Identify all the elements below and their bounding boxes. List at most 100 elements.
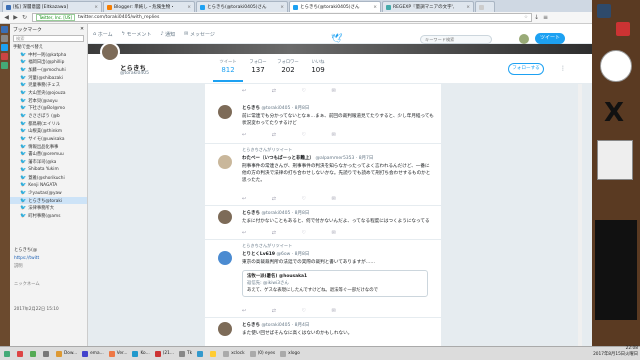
page-scrollbar[interactable] (578, 84, 582, 346)
taskbar-item[interactable] (28, 348, 40, 359)
browser-tab[interactable]: とらきち(@toraki0405)さん × (196, 1, 288, 12)
taskbar-item[interactable]: xlogo (278, 348, 302, 359)
close-icon[interactable]: ✕ (80, 27, 84, 32)
bookmark-item[interactable]: 🐦 大山宣央(@ojouza (10, 89, 87, 97)
taskbar-item[interactable]: Tk (177, 348, 194, 359)
taskbar-item[interactable]: Ko... (130, 348, 151, 359)
tweet-author-name[interactable]: とりとくLv619 (242, 252, 275, 257)
tweet-avatar[interactable] (218, 210, 232, 224)
browser-tab[interactable]: [拡] 深層意図 [Eltkazawa] × (2, 1, 102, 12)
bookmark-item[interactable]: 🐦 Kenji NAGATA (10, 181, 87, 189)
address-bar[interactable]: Twitter, Inc. [US] twitter.com/toraki040… (32, 13, 532, 22)
bookmark-item[interactable]: 🐦 福岡日出(@phillip (10, 58, 87, 66)
bookmark-item[interactable]: 🐦 町村事務(@ams (10, 212, 87, 220)
close-icon[interactable]: × (278, 5, 284, 10)
taskbar-item[interactable] (15, 348, 27, 359)
tweet[interactable]: とらきちさんがリツイート わたべー（いつもぱーっと非難上） @alpammer5… (205, 144, 441, 206)
quoted-tweet[interactable]: 法牧一派(暑名) @housaka1 返信先: @ikiwi3さん あえて、ゲス… (242, 270, 428, 297)
sort-label[interactable]: 手動で並べ替え (10, 43, 87, 51)
stat-following[interactable]: フォロー 137 (243, 59, 273, 74)
stat-tweets[interactable]: ツイート 812 (213, 59, 243, 82)
taskbar-item[interactable] (208, 348, 220, 359)
taskbar-item[interactable] (41, 348, 53, 359)
nav-messages[interactable]: ✉ メッセージ (184, 31, 215, 38)
tweet[interactable]: とらきちさんがリツイート とりとくLv619 @6ow · 8月8日 東京の高裁… (205, 240, 441, 318)
tweet-author-name[interactable]: とらきち (242, 323, 260, 328)
browser-tab[interactable]: Blogger: 単純し・危険生物・ × (103, 1, 195, 12)
tweet[interactable]: とらきち @toraki0405 · 8月4日 また使い回せばそんなに高くはない… (205, 318, 441, 346)
reload-button[interactable]: ↻ (20, 13, 29, 22)
close-icon[interactable]: × (371, 5, 377, 10)
browser-tab[interactable]: REGEXP『量調マニアの文字', × (382, 1, 474, 12)
tweet-author-name[interactable]: とらきち (242, 106, 260, 111)
bookmark-search-input[interactable]: 検索 (13, 35, 84, 42)
browser-tab-active[interactable]: とらきち(@toraki0405)さん × (289, 1, 381, 12)
taskbar-item[interactable]: Dow... (54, 348, 79, 359)
app-icon[interactable] (1, 62, 8, 69)
new-tab-button[interactable] (475, 1, 495, 12)
back-button[interactable]: ◀ (2, 13, 11, 22)
taskbar-item[interactable]: xclock (221, 348, 247, 359)
taskbar-item[interactable]: (0) eyes (248, 348, 278, 359)
twitter-icon[interactable] (1, 44, 8, 51)
close-icon[interactable]: × (92, 5, 98, 10)
tweet-avatar[interactable] (218, 322, 232, 336)
bookmark-item[interactable]: 🐦 藩市洋司(@ka (10, 158, 87, 166)
tweet[interactable]: ↩ ⇄ ♡ ✉ とらきち @toraki0405 · 8月8日 前に常連でも分か… (205, 84, 441, 144)
menu-button[interactable]: ≡ (541, 13, 550, 22)
tweet-actions[interactable]: ↩ ⇄ ♡ ✉ (242, 132, 348, 138)
stat-followers[interactable]: フォロワー 202 (273, 59, 303, 74)
profile-avatar[interactable] (100, 42, 120, 62)
close-icon[interactable]: × (185, 5, 191, 10)
nav-notifications[interactable]: ♪ 通知 (160, 31, 175, 38)
tweet-actions[interactable]: ↩ ⇄ ♡ ✉ (242, 88, 348, 94)
bookmark-item[interactable]: 🐦 サイモ(@uwisaka (10, 135, 87, 143)
taskbar-clock[interactable]: 22:08 2017年8月15日火曜日 (592, 346, 640, 360)
star-icon[interactable]: ☆ (524, 15, 528, 20)
bookmark-item[interactable]: 🐦 少yautas(@yaw (10, 189, 87, 197)
close-icon[interactable]: × (464, 5, 470, 10)
tweet-avatar[interactable] (218, 155, 232, 169)
bookmark-item[interactable]: 🐦 書山善(@oremuu (10, 151, 87, 159)
bookmark-item[interactable]: 🐦 Shibata Yukim (10, 166, 87, 174)
bookmark-item[interactable]: 🐦 山根美(@thinkm (10, 128, 87, 136)
tweet-author-name[interactable]: わたべー（いつもぱーっと非難上） (242, 156, 314, 161)
taskbar-item[interactable] (2, 348, 14, 359)
account-avatar[interactable] (519, 34, 529, 44)
bookmark-item[interactable]: 🐦 加藤一(@mochuhi (10, 66, 87, 74)
tweet-avatar[interactable] (218, 105, 232, 119)
bookmark-item[interactable]: 🐦 情報出品化事事 (10, 143, 87, 151)
bookmark-icon[interactable] (1, 26, 8, 33)
desktop-app-icon[interactable] (616, 22, 630, 36)
nav-home[interactable]: ⌂ ホーム (93, 31, 113, 38)
follow-button[interactable]: フォローする (508, 63, 544, 75)
tweet-actions[interactable]: ↩ ⇄ ♡ ✉ (242, 308, 348, 314)
taskbar-item[interactable]: (21... (153, 348, 176, 359)
tweet-actions[interactable]: ↩ ⇄ ♡ ✉ (242, 230, 348, 236)
bookmark-item[interactable]: 🐦 河童(@shibazaki (10, 74, 87, 82)
tweet-button[interactable]: ツイート (535, 33, 565, 44)
bookmark-item[interactable]: 🐦 児童事務(チェス (10, 81, 87, 89)
forward-button[interactable]: ▶ (11, 13, 20, 22)
preview-link[interactable]: https://twitt (14, 254, 96, 262)
nav-moments[interactable]: ϟ モーメント (122, 31, 152, 38)
history-icon[interactable] (1, 35, 8, 42)
twitter-search-input[interactable]: キーワード検索 (420, 35, 492, 44)
bookmark-item[interactable]: 🐦 とらきち@toraki (10, 196, 87, 205)
more-options-icon[interactable]: ⋮ (560, 65, 566, 72)
taskbar-item[interactable]: Ver... (107, 348, 130, 359)
tweet-actions[interactable]: ↩ ⇄ ♡ ✉ (242, 196, 348, 202)
taskbar-item[interactable]: ema... (80, 348, 106, 359)
tweet-avatar[interactable] (218, 251, 232, 265)
twitter-bird-icon[interactable]: 🕊 (331, 34, 342, 44)
secure-identity-badge[interactable]: Twitter, Inc. [US] (36, 14, 75, 21)
bookmark-item[interactable]: 🐦 中村一則(@katpha (10, 51, 87, 59)
stat-likes[interactable]: いいね 109 (303, 59, 333, 74)
tweet-author-name[interactable]: とらきち (242, 211, 260, 216)
download-button[interactable]: ↓ (532, 13, 541, 22)
bookmark-item[interactable]: 🐦 若本貝(@aoyu (10, 97, 87, 105)
bookmark-item[interactable]: 🐦 下社さ(@Bol@mo (10, 105, 87, 113)
tweet[interactable]: とらきち @toraki0405 · 8月8日 たまに付かないこともあると、何で… (205, 206, 441, 240)
bookmark-item[interactable]: 🐦 法律事務所大 (10, 204, 87, 212)
app-icon[interactable] (1, 53, 8, 60)
